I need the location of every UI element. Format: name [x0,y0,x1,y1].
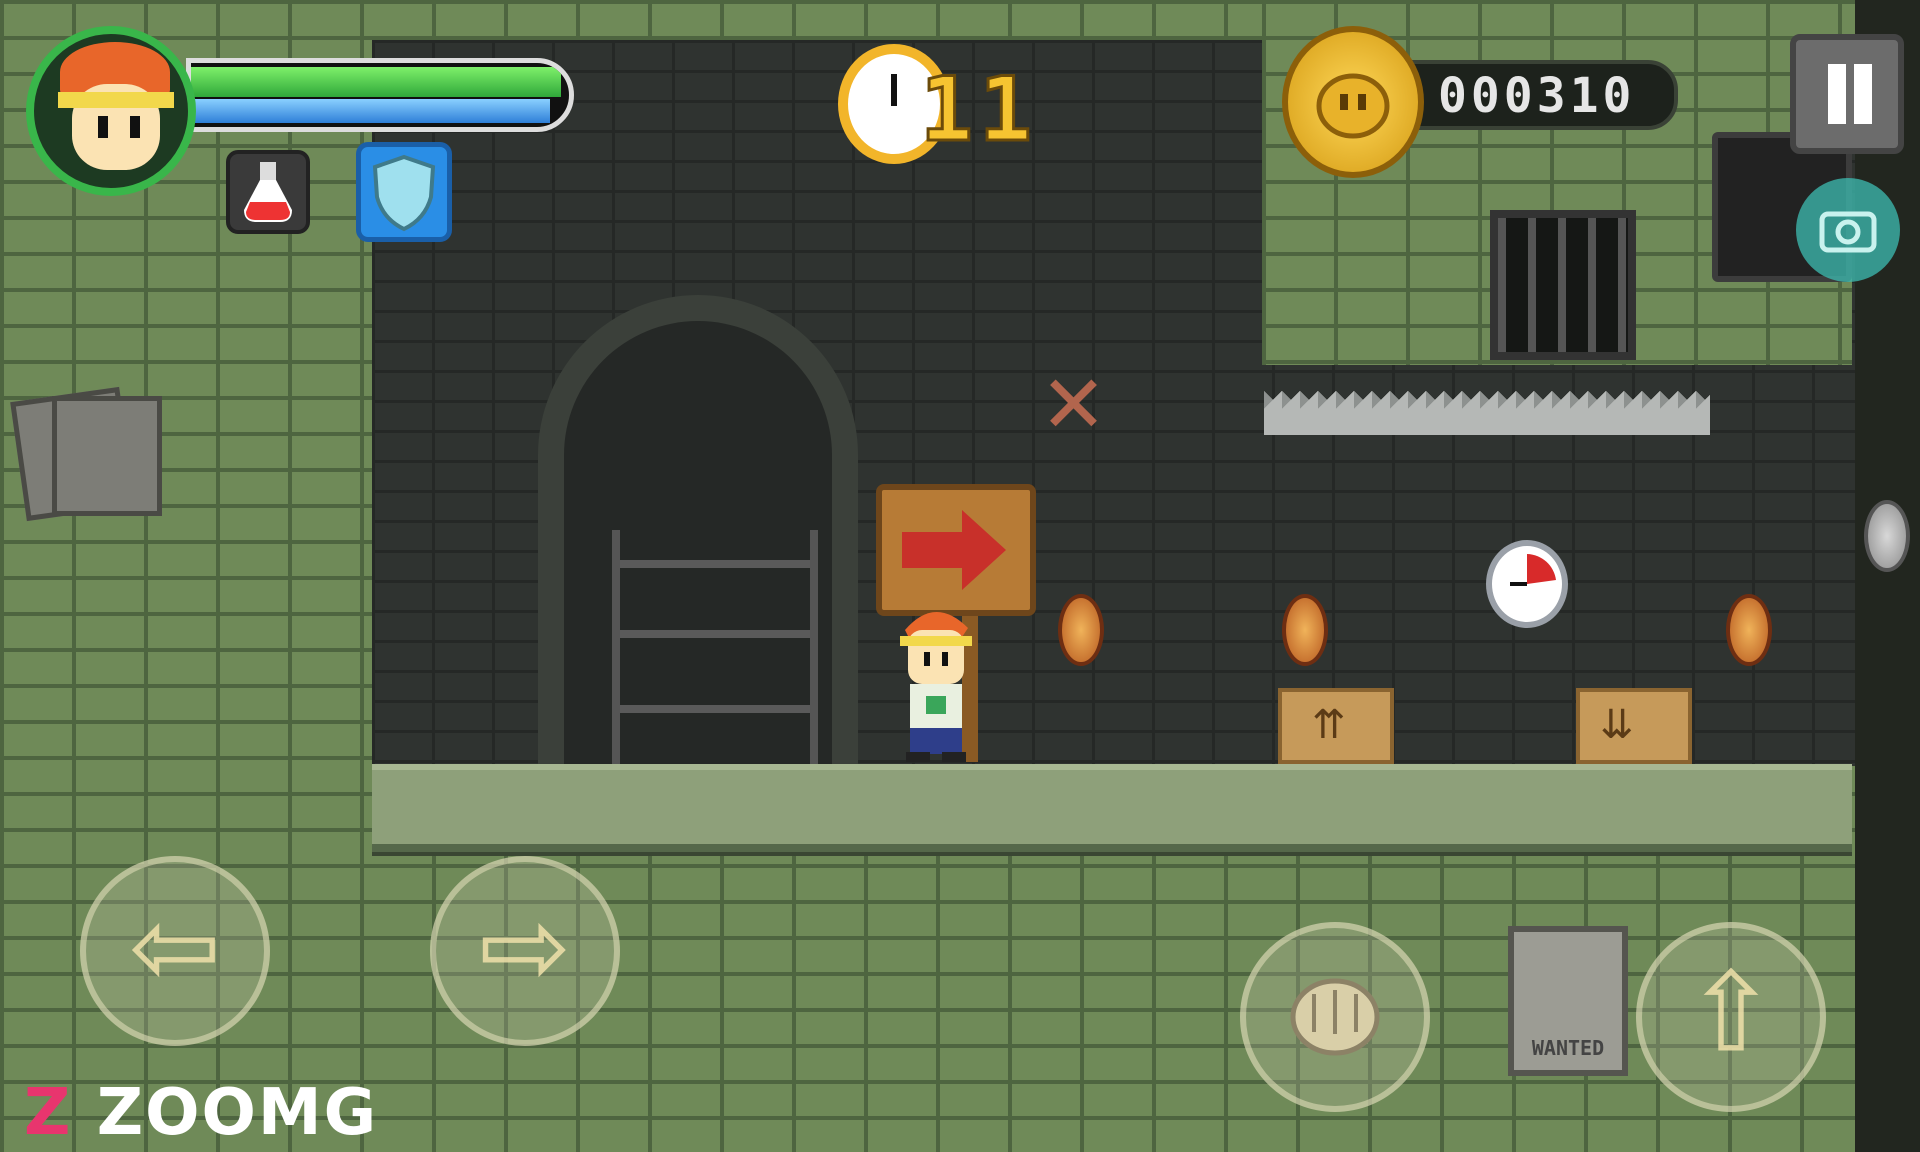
portrait-headband [58,92,174,108]
zoomg-logo-text: ZOOMG [96,1076,379,1150]
wall-poster [52,396,162,516]
wanted-poster: WANTED [1508,926,1628,1076]
wanted-label: WANTED [1531,1036,1605,1060]
timer-value: 11 [919,57,1038,163]
pause-icon [1854,64,1872,124]
coin [1726,594,1772,666]
hero-sprite-icon [900,611,972,762]
status-bars [186,58,574,132]
up-arrow-icon: ⇧ [1684,948,1778,1077]
pause-icon [1828,64,1846,124]
ceiling-spikes [1264,365,1710,435]
health-bar [191,67,562,97]
shelf-bar [620,560,810,568]
monkey-face-icon [1316,73,1390,139]
metal-shelf [612,530,818,765]
stone-floor-platform [372,764,1852,852]
barred-window [1490,210,1636,360]
jump-button[interactable]: ⇧ [1636,922,1826,1112]
move-left-button[interactable]: ⇦ [80,856,270,1046]
wall-x-mark: ✕ [1040,358,1108,451]
fist-icon [1290,978,1380,1056]
shield-icon [372,154,436,232]
camera-icon [1819,211,1877,253]
silver-coin [1864,500,1910,572]
zoomg-watermark: Z ZOOMG [24,1076,378,1150]
portrait-eye [130,116,140,138]
coin [1282,594,1328,666]
portrait-eye [98,116,108,138]
stopwatch-icon [1510,554,1556,586]
crate-down-arrows: ⇊ [1576,688,1692,764]
shelf-bar [620,705,810,713]
potion-slot[interactable] [226,150,310,234]
crate-arrows: ⇈ [1312,702,1346,748]
crate-this-side-up: ⇈ [1278,688,1394,764]
zoomg-logo-mark: Z [24,1076,73,1150]
arrow-sign [876,484,1036,616]
player-character [890,600,980,766]
level-timer: 11 [820,24,1060,184]
player-portrait [26,26,196,196]
game-screen: ✕ ⇈ ⇊ 11 000310 ⇦ ⇨ WANTED ⇧ Z ZOOMG [0,0,1920,1152]
coin [1058,594,1104,666]
right-arrow-icon: ⇨ [478,882,572,1011]
shelf-bar [620,630,810,638]
camera-button[interactable] [1796,178,1900,282]
stopwatch-pickup [1486,540,1568,628]
right-dark-column [1855,0,1920,1152]
pause-button[interactable] [1790,34,1904,154]
punch-button[interactable] [1240,922,1430,1112]
crate-arrows: ⇊ [1600,702,1634,748]
coin-counter-icon [1282,26,1424,178]
score-value: 000310 [1438,68,1636,124]
right-arrow-sign-icon [902,510,1006,590]
left-arrow-icon: ⇦ [128,882,222,1011]
score-box: 000310 [1404,60,1678,130]
shield-slot[interactable] [356,142,452,242]
move-right-button[interactable]: ⇨ [430,856,620,1046]
potion-icon [244,162,292,222]
mana-bar [191,99,551,123]
